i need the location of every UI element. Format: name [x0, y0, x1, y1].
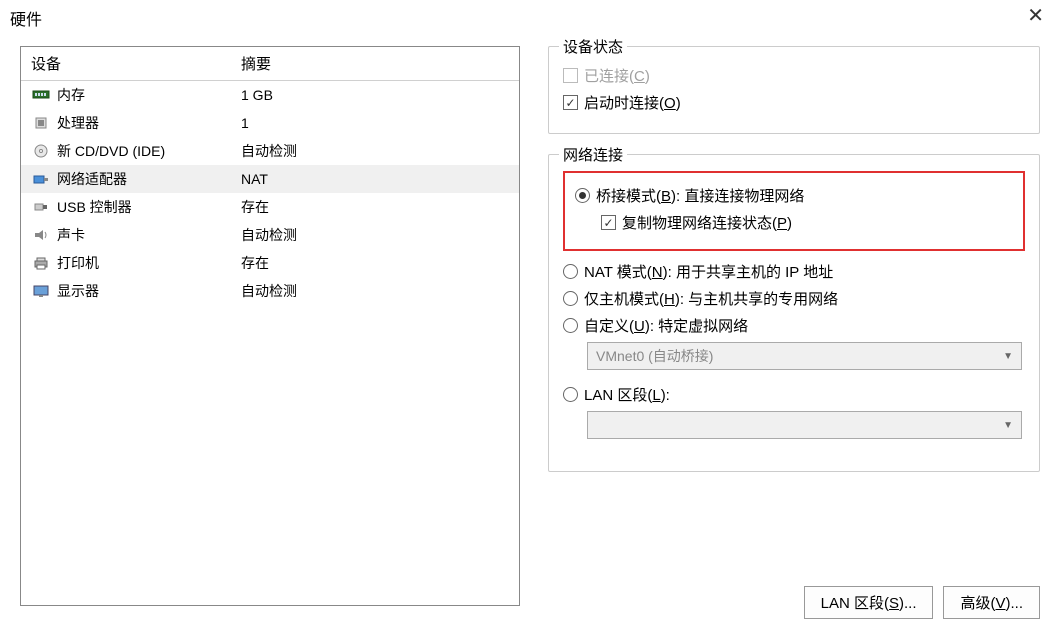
connect-at-poweron-label: 启动时连接(O) — [584, 92, 681, 113]
connect-at-poweron-row[interactable]: ✓ 启动时连接(O) — [563, 92, 1025, 113]
chevron-down-icon: ▼ — [1003, 420, 1013, 431]
printer-icon — [31, 254, 51, 272]
device-row-network-adapter[interactable]: 网络适配器 NAT — [21, 165, 519, 193]
custom-radio-row[interactable]: 自定义(U): 特定虚拟网络 — [563, 315, 1025, 336]
advanced-button[interactable]: 高级(V)... — [943, 586, 1040, 619]
device-summary: 自动检测 — [241, 281, 519, 301]
lan-segment-radio-row[interactable]: LAN 区段(L): — [563, 384, 1025, 405]
device-name: 网络适配器 — [57, 169, 127, 189]
device-row-memory[interactable]: 内存 1 GB — [21, 81, 519, 109]
device-status-group: 设备状态 已连接(C) ✓ 启动时连接(O) — [548, 46, 1040, 134]
nat-radio[interactable] — [563, 264, 578, 279]
replicate-physical-label: 复制物理网络连接状态(P) — [622, 212, 792, 233]
device-list: 设备 摘要 内存 1 GB 处理器 — [20, 46, 520, 606]
connected-label: 已连接(C) — [584, 65, 650, 86]
device-row-cd[interactable]: 新 CD/DVD (IDE) 自动检测 — [21, 137, 519, 165]
cd-icon — [31, 142, 51, 160]
display-icon — [31, 282, 51, 300]
custom-vmnet-value: VMnet0 (自动桥接) — [596, 346, 713, 366]
device-row-usb[interactable]: USB 控制器 存在 — [21, 193, 519, 221]
close-button[interactable]: ✕ — [1021, 6, 1050, 26]
lan-segment-radio[interactable] — [563, 387, 578, 402]
dialog-title: 硬件 — [10, 6, 42, 30]
nat-radio-row[interactable]: NAT 模式(N): 用于共享主机的 IP 地址 — [563, 261, 1025, 282]
lan-segment-dropdown: ▼ — [587, 411, 1022, 439]
device-summary: 1 — [241, 115, 519, 131]
device-row-sound[interactable]: 声卡 自动检测 — [21, 221, 519, 249]
nic-icon — [31, 170, 51, 188]
bridged-radio[interactable] — [575, 188, 590, 203]
connect-at-poweron-checkbox[interactable]: ✓ — [563, 95, 578, 110]
network-connection-group: 网络连接 桥接模式(B): 直接连接物理网络 ✓ 复制物理网络连接状态(P) N… — [548, 154, 1040, 472]
chevron-down-icon: ▼ — [1003, 351, 1013, 362]
device-row-cpu[interactable]: 处理器 1 — [21, 109, 519, 137]
connected-checkbox — [563, 68, 578, 83]
device-status-legend: 设备状态 — [559, 36, 627, 57]
device-summary: 存在 — [241, 197, 519, 217]
bridged-radio-row[interactable]: 桥接模式(B): 直接连接物理网络 — [575, 185, 1013, 206]
device-name: USB 控制器 — [57, 197, 132, 217]
device-summary: 自动检测 — [241, 141, 519, 161]
summary-column-header[interactable]: 摘要 — [241, 53, 519, 74]
hostonly-label: 仅主机模式(H): 与主机共享的专用网络 — [584, 288, 838, 309]
replicate-physical-row[interactable]: ✓ 复制物理网络连接状态(P) — [601, 212, 1013, 233]
device-list-header: 设备 摘要 — [21, 47, 519, 81]
device-name: 内存 — [57, 85, 85, 105]
memory-icon — [31, 86, 51, 104]
usb-icon — [31, 198, 51, 216]
device-summary: 1 GB — [241, 87, 519, 103]
nat-label: NAT 模式(N): 用于共享主机的 IP 地址 — [584, 261, 833, 282]
device-row-printer[interactable]: 打印机 存在 — [21, 249, 519, 277]
device-name: 处理器 — [57, 113, 99, 133]
lan-segments-button[interactable]: LAN 区段(S)... — [804, 586, 934, 619]
device-summary: 存在 — [241, 253, 519, 273]
cpu-icon — [31, 114, 51, 132]
highlight-box: 桥接模式(B): 直接连接物理网络 ✓ 复制物理网络连接状态(P) — [563, 171, 1025, 251]
custom-radio[interactable] — [563, 318, 578, 333]
device-column-header[interactable]: 设备 — [31, 53, 241, 74]
connected-checkbox-row: 已连接(C) — [563, 65, 1025, 86]
custom-vmnet-dropdown: VMnet0 (自动桥接) ▼ — [587, 342, 1022, 370]
device-name: 声卡 — [57, 225, 85, 245]
lan-segment-label: LAN 区段(L): — [584, 384, 670, 405]
bridged-label: 桥接模式(B): 直接连接物理网络 — [596, 185, 804, 206]
hostonly-radio[interactable] — [563, 291, 578, 306]
device-name: 显示器 — [57, 281, 99, 301]
replicate-physical-checkbox[interactable]: ✓ — [601, 215, 616, 230]
network-connection-legend: 网络连接 — [559, 144, 627, 165]
hostonly-radio-row[interactable]: 仅主机模式(H): 与主机共享的专用网络 — [563, 288, 1025, 309]
device-summary: 自动检测 — [241, 225, 519, 245]
custom-label: 自定义(U): 特定虚拟网络 — [584, 315, 748, 336]
sound-icon — [31, 226, 51, 244]
device-name: 打印机 — [57, 253, 99, 273]
device-summary: NAT — [241, 171, 519, 187]
device-row-display[interactable]: 显示器 自动检测 — [21, 277, 519, 305]
device-name: 新 CD/DVD (IDE) — [57, 141, 165, 161]
